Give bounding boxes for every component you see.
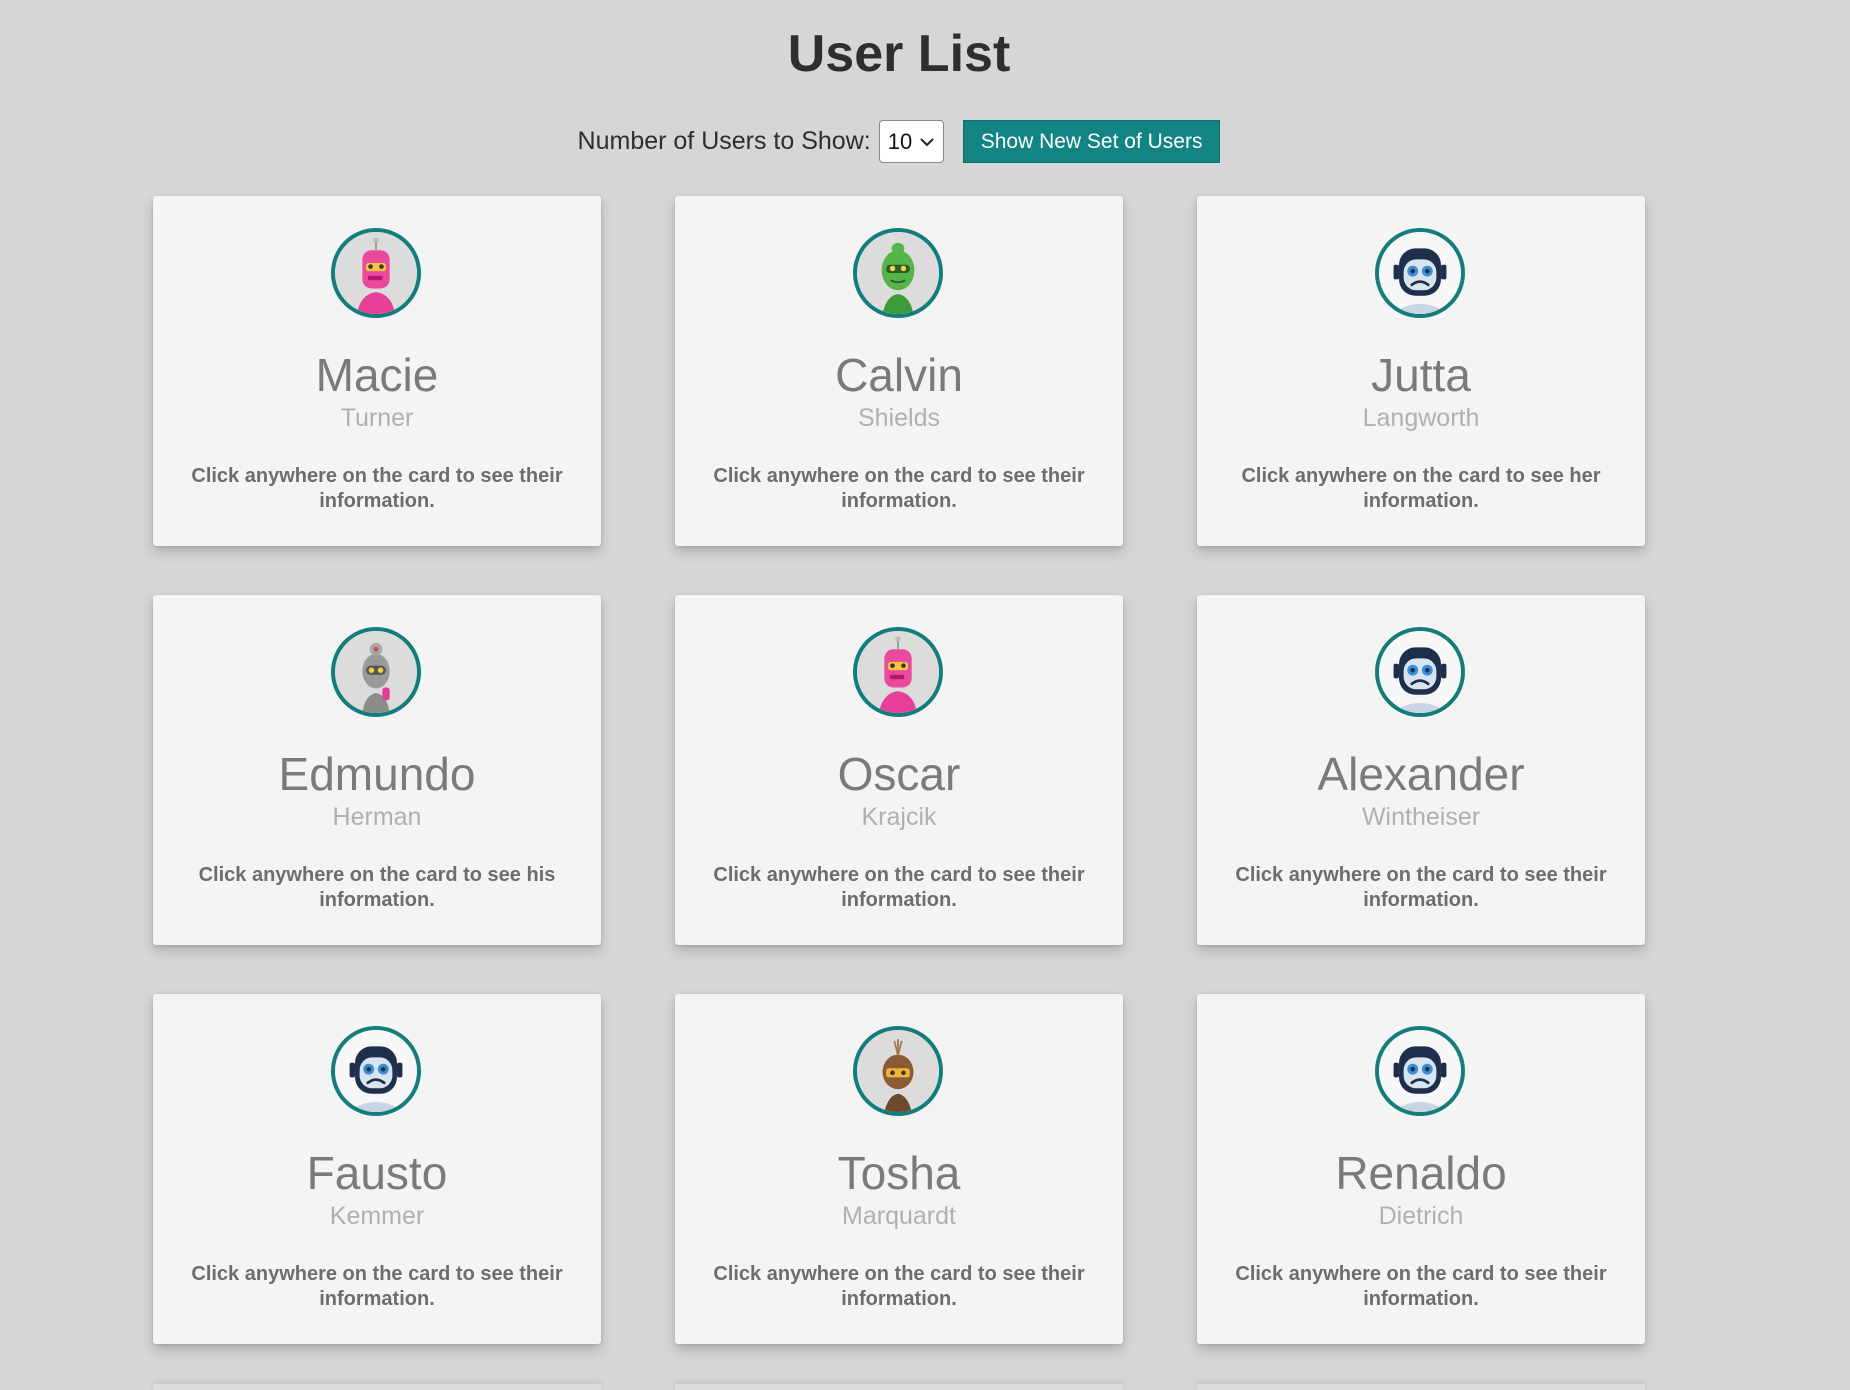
card-hint: Click anywhere on the card to see their … <box>713 1263 1085 1310</box>
user-last-name: Kemmer <box>329 1202 425 1230</box>
pink-robot-icon <box>853 627 943 717</box>
next-card-edge <box>153 1384 601 1390</box>
user-card[interactable]: Fausto Kemmer Click anywhere on the card… <box>153 994 601 1344</box>
user-list-page: User List Number of Users to Show: 10 Sh… <box>0 0 1850 1390</box>
card-hint: Click anywhere on the card to see their … <box>1235 864 1607 911</box>
sad-robot-icon <box>331 1026 421 1116</box>
card-hint: Click anywhere on the card to see his in… <box>198 864 556 911</box>
sad-robot-icon <box>1375 228 1465 318</box>
page-title: User List <box>787 25 1011 83</box>
user-first-name: Macie <box>315 349 439 401</box>
user-card[interactable]: Jutta Langworth Click anywhere on the ca… <box>1197 196 1645 546</box>
card-hint: Click anywhere on the card to see their … <box>713 465 1085 512</box>
user-last-name: Turner <box>340 404 414 432</box>
user-card[interactable]: Edmundo Herman Click anywhere on the car… <box>153 595 601 945</box>
gray-robot-icon <box>331 627 421 717</box>
user-first-name: Fausto <box>306 1147 448 1199</box>
chevron-down-icon <box>919 134 935 150</box>
users-count-value: 10 <box>887 128 913 154</box>
users-count-select[interactable]: 10 <box>878 120 944 163</box>
user-card[interactable]: Calvin Shields Click anywhere on the car… <box>675 196 1123 546</box>
user-card[interactable]: Oscar Krajcik Click anywhere on the card… <box>675 595 1123 945</box>
card-hint: Click anywhere on the card to see their … <box>713 864 1085 911</box>
user-first-name: Tosha <box>837 1147 961 1199</box>
user-card-grid: Macie Turner Click anywhere on the card … <box>153 196 1648 1344</box>
green-robot-icon <box>853 228 943 318</box>
user-first-name: Oscar <box>837 748 961 800</box>
user-last-name: Krajcik <box>861 803 937 831</box>
user-last-name: Langworth <box>1362 404 1480 432</box>
sad-robot-icon <box>1375 627 1465 717</box>
show-new-users-button[interactable]: Show New Set of Users <box>962 120 1221 163</box>
sad-robot-icon <box>1375 1026 1465 1116</box>
controls-bar: Number of Users to Show: 10 Show New Set… <box>0 120 1798 163</box>
user-last-name: Herman <box>332 803 422 831</box>
brown-robot-icon <box>853 1026 943 1116</box>
user-card[interactable]: Macie Turner Click anywhere on the card … <box>153 196 601 546</box>
user-first-name: Alexander <box>1317 748 1525 800</box>
users-count-label: Number of Users to Show: <box>577 127 871 155</box>
user-card[interactable]: Renaldo Dietrich Click anywhere on the c… <box>1197 994 1645 1344</box>
pink-robot-icon <box>331 228 421 318</box>
card-hint: Click anywhere on the card to see their … <box>191 1263 563 1310</box>
user-first-name: Edmundo <box>278 748 476 800</box>
user-last-name: Wintheiser <box>1361 803 1481 831</box>
user-card[interactable]: Alexander Wintheiser Click anywhere on t… <box>1197 595 1645 945</box>
user-first-name: Jutta <box>1371 349 1471 401</box>
user-last-name: Marquardt <box>842 1202 956 1230</box>
next-card-edge <box>1197 1384 1645 1390</box>
user-card[interactable]: Tosha Marquardt Click anywhere on the ca… <box>675 994 1123 1344</box>
user-last-name: Shields <box>858 404 940 432</box>
card-hint: Click anywhere on the card to see her in… <box>1241 465 1601 512</box>
next-card-edge <box>675 1384 1123 1390</box>
user-first-name: Calvin <box>835 349 963 401</box>
user-last-name: Dietrich <box>1378 1202 1464 1230</box>
user-first-name: Renaldo <box>1335 1147 1507 1199</box>
card-hint: Click anywhere on the card to see their … <box>1235 1263 1607 1310</box>
card-hint: Click anywhere on the card to see their … <box>191 465 563 512</box>
